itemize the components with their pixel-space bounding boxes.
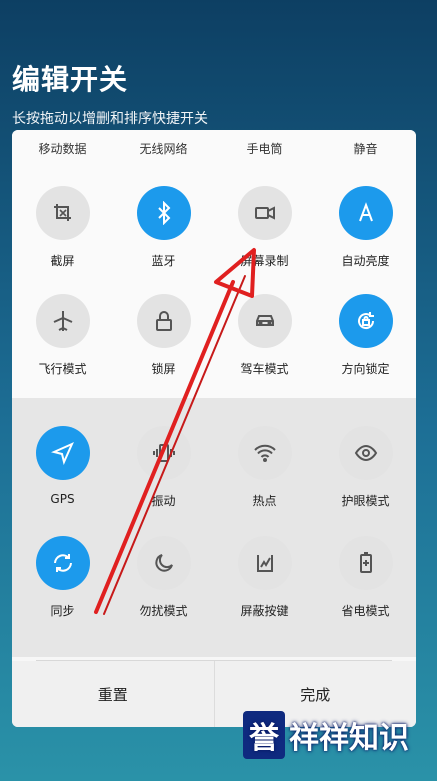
switch-label: 方向锁定	[341, 362, 390, 376]
block-keys-icon	[237, 536, 292, 590]
switch-vibrate[interactable]: 振动	[113, 426, 214, 509]
switch-label-wifi[interactable]: 无线网络	[113, 140, 214, 157]
car-icon	[237, 294, 292, 348]
switch-do-not-disturb[interactable]: 勿扰模式	[113, 536, 214, 619]
switch-label: 勿扰模式	[139, 604, 188, 618]
switch-label: 屏幕录制	[240, 254, 289, 268]
switch-label: 锁屏	[151, 362, 176, 376]
sync-icon	[35, 536, 90, 590]
switch-label: 屏蔽按键	[240, 604, 289, 618]
switch-row: GPS 振动 热点 护眼模式	[12, 426, 416, 509]
switch-label: 截屏	[50, 254, 75, 268]
site-watermark: 誉 祥祥知识	[226, 704, 426, 766]
location-icon	[35, 426, 90, 480]
lock-icon	[136, 294, 191, 348]
bluetooth-icon	[136, 186, 191, 240]
switch-label: 热点	[252, 494, 277, 508]
battery-icon	[338, 536, 393, 590]
reset-button[interactable]: 重置	[12, 661, 214, 727]
screenshot-icon	[35, 186, 90, 240]
switch-row: 飞行模式 锁屏 驾车模式 方向锁定	[12, 294, 416, 377]
switch-label: 自动亮度	[341, 254, 390, 268]
switch-sync[interactable]: 同步	[12, 536, 113, 619]
switch-label-flashlight[interactable]: 手电筒	[214, 140, 315, 157]
switch-panel: 移动数据 无线网络 手电筒 静音 截屏 蓝牙 屏幕录制 自动亮度 飞行模式 锁屏…	[12, 130, 416, 727]
edit-switches-header: 编辑开关 长按拖动以增删和排序快捷开关	[12, 58, 208, 128]
watermark-text: 祥祥知识	[289, 721, 409, 756]
rotation-lock-icon	[338, 294, 393, 348]
switch-label: 驾车模式	[240, 362, 289, 376]
page-subtitle: 长按拖动以增删和排序快捷开关	[12, 111, 208, 127]
switch-label-mobile-data[interactable]: 移动数据	[12, 140, 113, 157]
airplane-icon	[35, 294, 90, 348]
auto-brightness-icon	[338, 186, 393, 240]
switch-lock-screen[interactable]: 锁屏	[113, 294, 214, 377]
eye-icon	[338, 426, 393, 480]
page-title: 编辑开关	[12, 63, 129, 96]
switch-label: 省电模式	[341, 604, 390, 618]
switch-row: 同步 勿扰模式 屏蔽按键 省电模式	[12, 536, 416, 619]
switch-label: 同步	[50, 604, 75, 618]
switch-gps[interactable]: GPS	[12, 426, 113, 509]
hotspot-icon	[237, 426, 292, 480]
moon-icon	[136, 536, 191, 590]
switch-label: 护眼模式	[341, 494, 390, 508]
switch-screenshot[interactable]: 截屏	[12, 186, 113, 269]
switch-label: 飞行模式	[38, 362, 87, 376]
partially-scrolled-row: 移动数据 无线网络 手电筒 静音	[12, 140, 416, 157]
watermark-badge: 誉	[243, 711, 285, 759]
switch-screen-record[interactable]: 屏幕录制	[214, 186, 315, 269]
vibrate-icon	[136, 426, 191, 480]
switch-block-keys[interactable]: 屏蔽按键	[214, 536, 315, 619]
switch-driving-mode[interactable]: 驾车模式	[214, 294, 315, 377]
switch-row: 截屏 蓝牙 屏幕录制 自动亮度	[12, 186, 416, 269]
switch-hotspot[interactable]: 热点	[214, 426, 315, 509]
switch-airplane[interactable]: 飞行模式	[12, 294, 113, 377]
switch-auto-brightness[interactable]: 自动亮度	[315, 186, 416, 269]
switch-label: 振动	[151, 494, 176, 508]
screen-record-icon	[237, 186, 292, 240]
switch-power-saving[interactable]: 省电模式	[315, 536, 416, 619]
switch-label: 蓝牙	[151, 254, 176, 268]
switch-label-mute[interactable]: 静音	[315, 140, 416, 157]
footer-divider	[36, 660, 392, 661]
switch-bluetooth[interactable]: 蓝牙	[113, 186, 214, 269]
switch-rotation-lock[interactable]: 方向锁定	[315, 294, 416, 377]
switch-label: GPS	[50, 492, 75, 506]
switch-eye-comfort[interactable]: 护眼模式	[315, 426, 416, 509]
